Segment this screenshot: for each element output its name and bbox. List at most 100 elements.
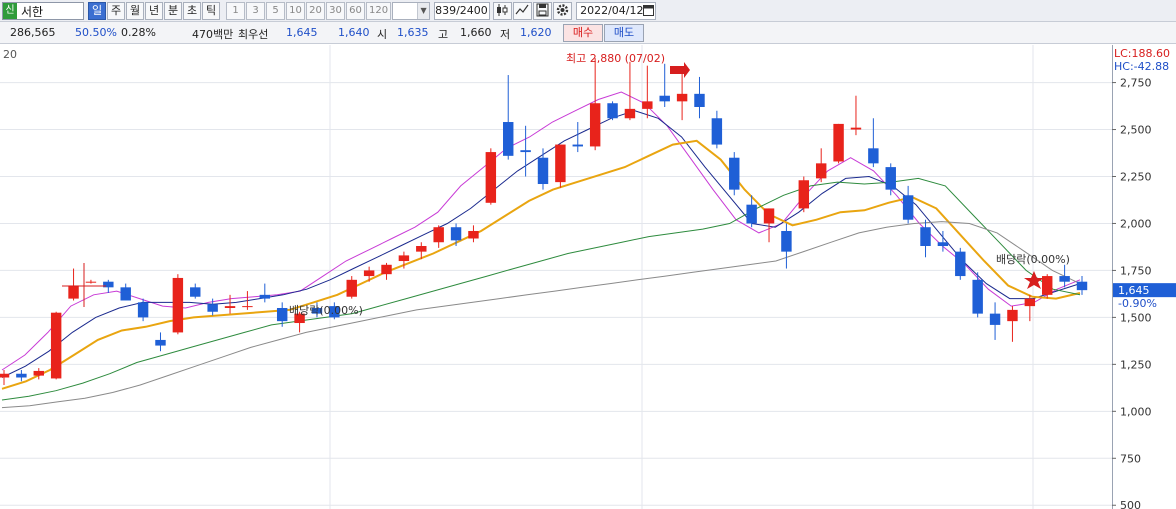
- candle-body: [694, 93, 705, 107]
- candle-body: [224, 306, 236, 308]
- candle: [1059, 264, 1070, 288]
- candle-body: [120, 287, 131, 301]
- candle-body: [833, 123, 844, 162]
- candle: [259, 283, 271, 303]
- moving-average-lines: [1, 91, 1081, 409]
- candle: [1007, 306, 1018, 342]
- candle: [85, 279, 97, 284]
- candle: [607, 101, 618, 121]
- y-tick-label: 1,500: [1120, 311, 1152, 324]
- line-chart-icon[interactable]: [513, 2, 533, 20]
- candle-body: [137, 302, 149, 318]
- interval-button-20[interactable]: 20: [306, 2, 325, 20]
- candle: [902, 185, 914, 224]
- save-icon[interactable]: [533, 2, 553, 20]
- chevron-down-icon: ▼: [417, 3, 430, 19]
- candle-body: [572, 144, 583, 147]
- stock-market-badge: 신: [3, 3, 17, 19]
- candle: [190, 283, 201, 299]
- period-button-month[interactable]: 월: [126, 2, 144, 20]
- interval-button-10[interactable]: 10: [286, 2, 305, 20]
- current-change-label: -0.90%: [1118, 297, 1157, 310]
- candle-body: [729, 157, 740, 190]
- y-tick-label: 1,750: [1120, 264, 1152, 277]
- candle-body: [520, 150, 531, 153]
- best-bid-value: 1,640: [338, 26, 370, 39]
- buy-button[interactable]: 매수: [563, 24, 603, 42]
- interval-button-120[interactable]: 120: [366, 2, 392, 20]
- candle-body: [815, 163, 827, 179]
- price-chart[interactable]: 20 최고 2,880 (07/02) 배당락(0.00%) 배당락(0.00%) 2…: [0, 45, 1176, 509]
- candle: [120, 283, 131, 301]
- candle-body: [972, 279, 983, 314]
- star-marker-icon: [1024, 271, 1044, 289]
- ma-line-5: [1, 91, 1081, 371]
- candle: [798, 176, 810, 213]
- chart-corner-label: 20: [3, 48, 17, 61]
- y-tick-label: 2,000: [1120, 217, 1152, 230]
- candle-body: [1024, 298, 1036, 307]
- candle: [224, 294, 236, 314]
- ma-line-60: [1, 177, 1081, 401]
- chart-toolbar: 신 서한 일 주 월 년 분 초 틱 1 3 5 10 20 30 60 120…: [0, 0, 1176, 22]
- period-button-day[interactable]: 일: [88, 2, 106, 20]
- candle: [381, 262, 392, 280]
- price-axis[interactable]: 2,750 2,500 2,250 2,000 1,750 1,500 1,250 1,000…: [1112, 45, 1176, 509]
- date-field[interactable]: 2022/04/12: [576, 2, 657, 20]
- ma-line-120: [1, 221, 1081, 409]
- candle-body: [659, 95, 670, 102]
- candle-type-icon[interactable]: [493, 2, 513, 20]
- candle-body: [885, 167, 896, 190]
- candle: [555, 144, 566, 188]
- interval-button-1[interactable]: 1: [226, 2, 245, 20]
- gear-icon[interactable]: [553, 2, 573, 20]
- period-button-second[interactable]: 초: [183, 2, 201, 20]
- candle-body: [172, 277, 184, 333]
- open-value: 1,635: [397, 26, 429, 39]
- interval-button-5[interactable]: 5: [266, 2, 285, 20]
- candle-body: [242, 306, 253, 308]
- interval-button-60[interactable]: 60: [346, 2, 365, 20]
- candle-body: [190, 287, 201, 297]
- candle-body: [33, 370, 44, 376]
- interval-button-3[interactable]: 3: [246, 2, 265, 20]
- candle: [711, 110, 723, 149]
- high-annotation: 최고 2,880 (07/02): [566, 52, 665, 65]
- y-tick-label: 500: [1120, 499, 1141, 509]
- dividend-label: 배당락(0.00%): [289, 304, 363, 317]
- stock-name-field[interactable]: 서한: [17, 3, 43, 20]
- period-button-minute[interactable]: 분: [164, 2, 182, 20]
- candle: [694, 76, 705, 119]
- period-button-tick[interactable]: 틱: [202, 2, 220, 20]
- candle: [885, 163, 896, 196]
- candle: [433, 225, 444, 248]
- candle-body: [276, 307, 288, 322]
- candle-body: [989, 313, 1001, 325]
- change-rate-value: 0.28%: [121, 26, 156, 39]
- candle: [955, 247, 966, 280]
- arrow-right-icon: [670, 62, 690, 78]
- candle: [68, 268, 79, 301]
- low-value: 1,620: [520, 26, 552, 39]
- candle: [659, 63, 670, 107]
- candle-body: [346, 279, 357, 297]
- candle-body: [398, 255, 410, 262]
- candle-body: [485, 152, 497, 203]
- y-tick-label: 1,250: [1120, 358, 1152, 371]
- period-button-year[interactable]: 년: [145, 2, 163, 20]
- interval-dropdown[interactable]: ▼: [392, 2, 431, 20]
- ma-line-10: [1, 110, 1081, 378]
- data-count-field[interactable]: 839/2400: [434, 2, 491, 20]
- candle-body: [555, 144, 566, 183]
- calendar-icon[interactable]: [642, 4, 654, 18]
- dividend-label: 배당락(0.00%): [996, 253, 1070, 266]
- sell-button[interactable]: 매도: [604, 24, 644, 42]
- stock-selector[interactable]: 신 서한: [2, 2, 84, 20]
- period-button-week[interactable]: 주: [107, 2, 125, 20]
- open-label: 시: [377, 28, 388, 41]
- candle: [781, 223, 792, 269]
- candle-body: [676, 93, 688, 102]
- volume-value: 286,565: [10, 26, 56, 39]
- candlestick-series: [0, 58, 1088, 386]
- interval-button-30[interactable]: 30: [326, 2, 345, 20]
